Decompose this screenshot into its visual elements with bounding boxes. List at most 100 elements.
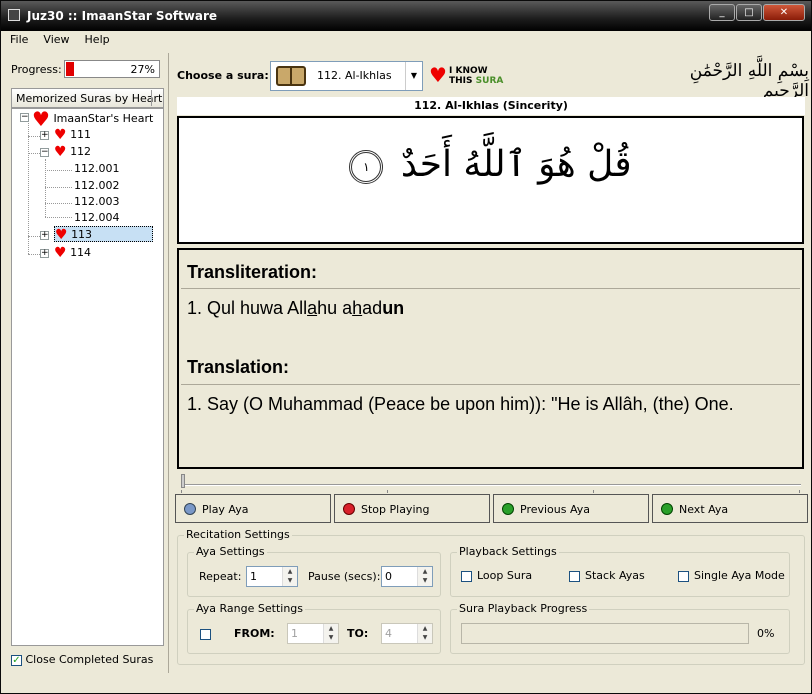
minimize-button[interactable]: _ <box>709 4 735 21</box>
progress-fill <box>66 62 74 76</box>
tree-root-label: ImaanStar's Heart <box>53 112 154 125</box>
tree-item-111[interactable]: ♥ 111 <box>54 127 91 143</box>
play-aya-button[interactable]: Play Aya <box>175 494 331 523</box>
single-aya-label: Single Aya Mode <box>694 569 785 582</box>
iknow-line1: I KNOW <box>449 66 488 76</box>
tree-item-113[interactable]: ♥ 113 <box>54 226 153 242</box>
iknow-accent: SURA <box>475 76 504 86</box>
recitation-settings-label: Recitation Settings <box>184 528 292 541</box>
basmala: بِسْمِ اللَّهِ الرَّحْمَٰنِ الرَّحِيمِ <box>689 61 809 101</box>
repeat-value: 1 <box>250 570 257 583</box>
tree-expand-113[interactable]: + <box>40 231 49 240</box>
arabic-verse-text: قُلْ هُوَ ٱللَّهُ أَحَدٌ <box>400 144 632 185</box>
from-value: 1 <box>291 627 298 640</box>
aya-range-settings-label: Aya Range Settings <box>194 602 306 615</box>
memorization-progress-bar: 27% <box>64 60 160 78</box>
stepper-arrows-icon[interactable]: ▲ ▼ <box>282 567 297 586</box>
from-label: FROM: <box>234 627 275 640</box>
main-panel: Choose a sura: 112. Al-Ikhlas ▼ ♥ I KNOW… <box>171 53 811 673</box>
checkmark-icon: ✓ <box>11 654 22 666</box>
menu-file[interactable]: File <box>5 31 33 46</box>
close-completed-label: Close Completed Suras <box>25 653 154 666</box>
stop-playing-label: Stop Playing <box>361 503 430 516</box>
stack-ayas-checkbox[interactable]: Stack Ayas <box>569 569 645 582</box>
tree-item-114[interactable]: ♥ 114 <box>54 245 91 261</box>
stop-icon <box>343 503 355 515</box>
heart-icon: ♥ <box>54 245 67 261</box>
playback-progress-percent: 0% <box>757 627 775 640</box>
tree-collapse-root[interactable]: − <box>20 113 29 122</box>
play-aya-label: Play Aya <box>202 503 249 516</box>
tree-expand-114[interactable]: + <box>40 249 49 258</box>
memorized-header-label: Memorized Suras by Heart <box>16 92 163 105</box>
tree-item-112-004[interactable]: 112.004 <box>74 210 120 226</box>
quran-book-icon <box>276 66 306 86</box>
sura-dropdown[interactable]: 112. Al-Ikhlas ▼ <box>270 61 423 91</box>
chevron-down-icon[interactable]: ▼ <box>405 62 422 90</box>
sura-dropdown-value: 112. Al-Ikhlas <box>317 69 392 82</box>
to-value: 4 <box>385 627 392 640</box>
transliteration-heading: Transliteration: <box>187 262 318 282</box>
menu-help[interactable]: Help <box>80 31 115 46</box>
iknow-line2: THIS <box>449 76 473 86</box>
left-panel: Progress: 27% Memorized Suras by Heart −… <box>3 53 169 673</box>
progress-label: Progress: <box>11 63 62 76</box>
memorized-tree[interactable]: − ♥ ImaanStar's Heart + ♥ 111 − ♥ 112 11… <box>11 108 164 646</box>
tree-item-label: 112 <box>70 145 92 158</box>
menu-view[interactable]: View <box>38 31 74 46</box>
close-button[interactable]: ✕ <box>763 4 805 21</box>
to-stepper[interactable]: 4 ▲ ▼ <box>381 623 433 644</box>
stepper-arrows-icon[interactable]: ▲ ▼ <box>417 624 432 643</box>
aya-settings-label: Aya Settings <box>194 545 267 558</box>
pause-value: 0 <box>385 570 392 583</box>
previous-aya-button[interactable]: Previous Aya <box>493 494 649 523</box>
tree-item-label: 111 <box>70 128 92 141</box>
sura-playback-progress-bar <box>461 623 749 644</box>
sura-title: 112. Al-Ikhlas (Sincerity) <box>177 97 805 115</box>
tree-item-112-002[interactable]: 112.002 <box>74 178 120 194</box>
translation-panel: Transliteration: 1. Qul huwa Allahu ahad… <box>177 248 804 469</box>
playback-settings-label: Playback Settings <box>457 545 559 558</box>
to-label: TO: <box>347 627 369 640</box>
repeat-stepper[interactable]: 1 ▲ ▼ <box>246 566 298 587</box>
app-icon <box>8 9 20 21</box>
slider-thumb[interactable] <box>181 474 185 488</box>
close-completed-checkbox[interactable]: ✓ Close Completed Suras <box>11 653 153 666</box>
stepper-arrows-icon[interactable]: ▲ ▼ <box>417 567 432 586</box>
title-bar: Juz30 :: ImaanStar Software _ □ ✕ <box>1 1 811 31</box>
app-window: Juz30 :: ImaanStar Software _ □ ✕ File Vi… <box>0 0 812 694</box>
stop-playing-button[interactable]: Stop Playing <box>334 494 490 523</box>
next-aya-button[interactable]: Next Aya <box>652 494 808 523</box>
tree-collapse-112[interactable]: − <box>40 148 49 157</box>
tree-root[interactable]: ♥ ImaanStar's Heart <box>32 107 154 131</box>
tree-item-112[interactable]: ♥ 112 <box>54 144 91 160</box>
recitation-settings-group: Recitation Settings Aya Settings Repeat:… <box>177 528 805 665</box>
loop-sura-checkbox[interactable]: Loop Sura <box>461 569 532 582</box>
transliteration-text: 1. Qul huwa Allahu ahadun <box>187 298 405 318</box>
next-icon <box>661 503 673 515</box>
maximize-button[interactable]: □ <box>736 4 762 21</box>
heart-icon: ♥ <box>54 144 67 160</box>
heart-icon: ♥ <box>32 107 50 131</box>
aya-range-checkbox[interactable] <box>200 627 216 640</box>
from-stepper[interactable]: 1 ▲ ▼ <box>287 623 339 644</box>
menu-bar: File View Help <box>1 31 811 50</box>
single-aya-mode-checkbox[interactable]: Single Aya Mode <box>678 569 785 582</box>
tree-item-112-001[interactable]: 112.001 <box>74 161 120 177</box>
aya-number-marker: ١ <box>349 150 384 184</box>
heart-icon: ♥ <box>54 127 67 143</box>
stepper-arrows-icon[interactable]: ▲ ▼ <box>323 624 338 643</box>
tree-expand-111[interactable]: + <box>40 131 49 140</box>
tree-item-112-003[interactable]: 112.003 <box>74 194 120 210</box>
repeat-label: Repeat: <box>199 570 242 583</box>
aya-position-slider[interactable] <box>177 474 805 494</box>
checkbox-icon <box>461 570 472 582</box>
aya-range-settings-group: Aya Range Settings FROM: 1 ▲ ▼ TO: 4 ▲ ▼ <box>187 602 441 654</box>
arabic-verse-panel: قُلْ هُوَ ٱللَّهُ أَحَدٌ ١ <box>177 116 804 244</box>
heart-icon: ♥ <box>429 63 447 87</box>
pause-stepper[interactable]: 0 ▲ ▼ <box>381 566 433 587</box>
translation-heading: Translation: <box>187 357 290 377</box>
window-title: Juz30 :: ImaanStar Software <box>27 9 218 23</box>
memorized-header[interactable]: Memorized Suras by Heart <box>11 88 164 108</box>
progress-percent: 27% <box>130 63 155 76</box>
